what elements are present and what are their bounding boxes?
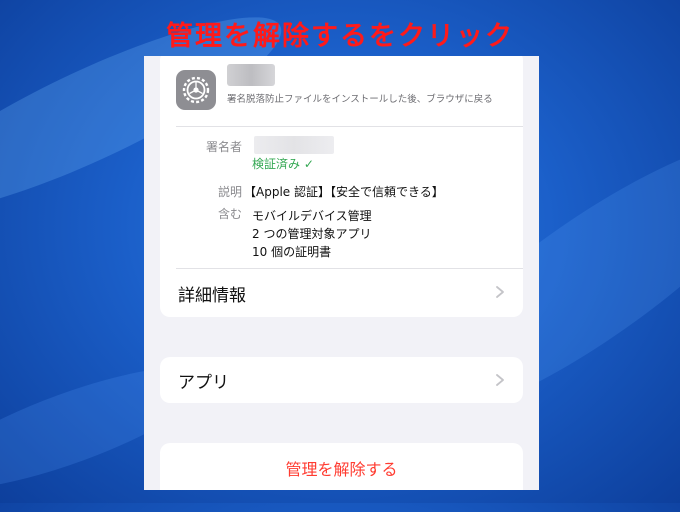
description-value: 【Apple 認証】【安全で信頼できる】 (244, 185, 444, 199)
desktop-background: { "instruction": "管理を解除するをクリック", "profil… (0, 0, 680, 512)
chevron-right-icon (496, 286, 504, 298)
chevron-right-icon (496, 374, 504, 386)
contains-item: 2 つの管理対象アプリ (252, 227, 372, 241)
instruction-caption: 管理を解除するをクリック (166, 21, 514, 52)
contains-item: 10 個の証明書 (252, 245, 332, 259)
signer-value-redacted (254, 136, 334, 154)
apps-label: アプリ (178, 373, 229, 393)
contains-label: 含む (217, 207, 242, 221)
remove-management-label: 管理を解除する (285, 460, 398, 479)
profile-card: 署名脱落防止ファイルをインストールした後、ブラウザに戻る 署名者 検証済み ✓ … (160, 56, 523, 317)
description-label: 説明 (217, 185, 242, 199)
profile-name-redacted (227, 64, 275, 86)
remove-management-button[interactable]: 管理を解除する (160, 443, 523, 490)
apps-row[interactable]: アプリ (160, 357, 523, 403)
more-details-row[interactable]: 詳細情報 (160, 269, 523, 317)
more-details-label: 詳細情報 (178, 286, 246, 306)
divider (176, 126, 523, 127)
profile-subtitle: 署名脱落防止ファイルをインストールした後、ブラウザに戻る (227, 94, 493, 105)
signer-label: 署名者 (205, 140, 242, 154)
verified-status: 検証済み ✓ (252, 157, 314, 171)
contains-item: モバイルデバイス管理 (252, 209, 372, 223)
profile-settings-panel: 署名脱落防止ファイルをインストールした後、ブラウザに戻る 署名者 検証済み ✓ … (144, 56, 539, 490)
settings-gear-icon (176, 70, 216, 110)
